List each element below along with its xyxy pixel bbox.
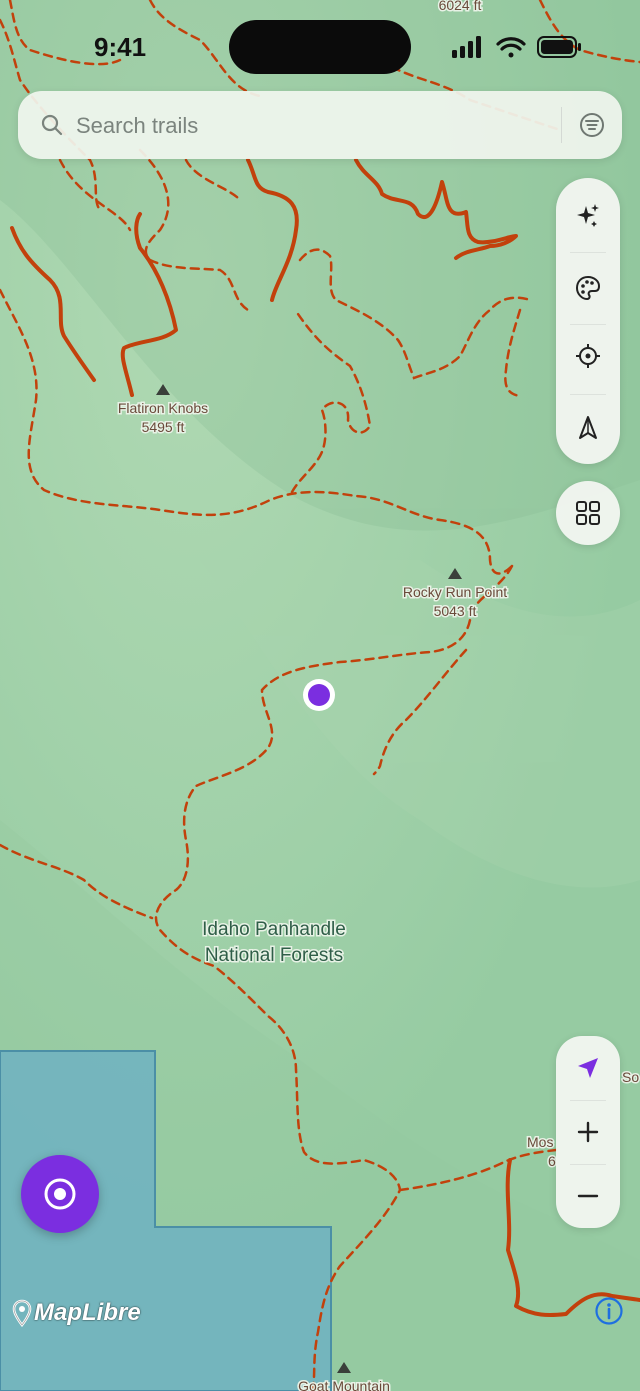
record-track-button[interactable] [21, 1155, 99, 1233]
crosshair-icon [576, 344, 600, 368]
search-divider [561, 107, 562, 143]
info-icon[interactable] [594, 1296, 624, 1326]
dynamic-island [229, 20, 411, 74]
peak-label-flatiron-elevation: 5495 ft [142, 419, 185, 435]
locate-me-button[interactable] [556, 324, 620, 388]
search-icon [41, 114, 63, 136]
tool-separator [570, 394, 606, 395]
layers-button[interactable] [556, 481, 620, 545]
navigation-button[interactable] [556, 1036, 620, 1100]
maplibre-attribution: MapLibre [12, 1297, 141, 1329]
search-bar[interactable] [18, 91, 622, 159]
zoom-in-button[interactable] [556, 1100, 620, 1164]
palette-icon [575, 275, 601, 301]
compass-button[interactable] [556, 396, 620, 460]
user-location-marker [303, 679, 335, 711]
search-input[interactable] [74, 111, 558, 141]
battery-icon [537, 36, 581, 58]
record-icon [44, 1178, 76, 1210]
status-time: 9:41 [94, 32, 147, 62]
area-label-line1: Idaho Panhandle [202, 919, 346, 940]
partial-label-so: So [622, 1069, 639, 1085]
minus-icon [577, 1194, 599, 1198]
wifi-icon [496, 37, 526, 58]
sparkle-icon [577, 204, 599, 227]
map-style-button[interactable] [556, 256, 620, 320]
peak-label-rocky-run-elevation: 5043 ft [434, 603, 477, 619]
grid-icon [576, 501, 600, 525]
partial-label-mos: Mos [527, 1134, 553, 1150]
peak-label-goat-name: Goat Mountain [298, 1378, 390, 1391]
plus-icon [577, 1121, 599, 1143]
zoom-controls [556, 1036, 620, 1228]
status-bar: 9:41 [0, 0, 640, 90]
compass-icon [579, 416, 597, 439]
ai-suggest-button[interactable] [556, 184, 620, 248]
partial-label-digit: 6 [548, 1153, 556, 1169]
tool-separator [570, 252, 606, 253]
status-icons [452, 36, 581, 58]
maplibre-logo-text: MapLibre [34, 1299, 141, 1326]
map-tools-panel [556, 178, 620, 464]
map-pin-icon [12, 1299, 32, 1327]
filter-icon[interactable] [572, 105, 612, 145]
zoom-out-button[interactable] [556, 1164, 620, 1228]
peak-label-flatiron-name: Flatiron Knobs [118, 400, 208, 416]
cellular-signal-icon [452, 36, 481, 58]
area-label-line2: National Forests [205, 945, 343, 966]
navigation-arrow-icon [578, 1058, 598, 1078]
peak-label-rocky-run-name: Rocky Run Point [403, 584, 507, 600]
